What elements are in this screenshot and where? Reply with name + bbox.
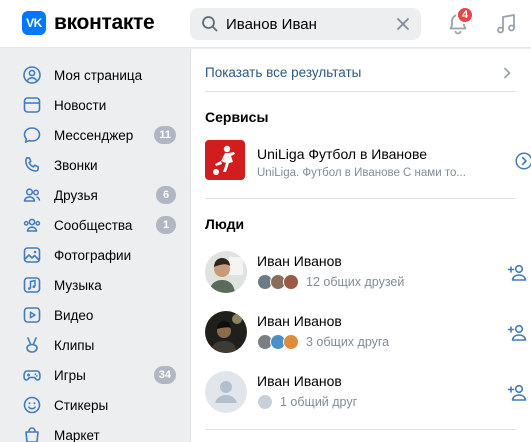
person-result[interactable]: Иван Иванов 12 общих друзей xyxy=(205,251,527,295)
sidebar-item-label: Друзья xyxy=(54,187,98,203)
add-friend-icon[interactable] xyxy=(507,323,529,343)
chevron-right-icon xyxy=(504,67,511,79)
sidebar-item-stickers[interactable]: Стикеры xyxy=(22,390,182,420)
user-circle-icon xyxy=(23,66,41,84)
sidebar-item-label: Звонки xyxy=(54,157,98,173)
sidebar-item-communities[interactable]: Сообщества 1 xyxy=(22,210,182,240)
music-player-icon[interactable] xyxy=(494,12,518,36)
divider xyxy=(205,91,516,92)
sidebar-item-label: Клипы xyxy=(54,337,95,353)
top-bar: VK вконтакте 4 xyxy=(0,0,531,48)
sidebar-item-photos[interactable]: Фотографии xyxy=(22,240,182,270)
add-friend-icon[interactable] xyxy=(507,263,529,283)
sidebar-item-label: Видео xyxy=(54,307,94,323)
avatar xyxy=(205,251,247,293)
mutual-friends-count: 3 общих друга xyxy=(306,335,390,349)
mutual-friends-count: 1 общий друг xyxy=(280,395,358,409)
uniliga-logo xyxy=(205,140,245,180)
sidebar-item-calls[interactable]: Звонки xyxy=(22,150,182,180)
sidebar-item-friends[interactable]: Друзья 6 xyxy=(22,180,182,210)
service-result-uniliga[interactable]: UniLiga Футбол в Иванове UniLiga. Футбол… xyxy=(205,140,531,184)
mutual-friends-row: 12 общих друзей xyxy=(257,273,404,291)
message-icon xyxy=(23,127,41,143)
smile-icon xyxy=(23,396,41,414)
notifications-badge: 4 xyxy=(456,6,474,24)
sidebar-item-music[interactable]: Музыка xyxy=(22,270,182,300)
search-box[interactable] xyxy=(190,8,421,40)
person-name: Иван Иванов xyxy=(257,313,342,329)
mutual-friends-count: 12 общих друзей xyxy=(306,275,405,289)
sidebar-item-market[interactable]: Маркет xyxy=(22,420,182,442)
vk-logo[interactable]: VK вконтакте xyxy=(22,11,155,35)
person-name: Иван Иванов xyxy=(257,253,342,269)
show-all-results-link[interactable]: Показать все результаты xyxy=(190,59,531,87)
sidebar-item-news[interactable]: Новости xyxy=(22,90,182,120)
newsfeed-icon xyxy=(23,97,41,113)
mutual-friends-row: 1 общий друг xyxy=(257,393,357,411)
clear-search-icon[interactable] xyxy=(395,16,411,32)
sidebar-item-my-page[interactable]: Моя страница xyxy=(22,60,182,90)
search-input[interactable] xyxy=(226,15,386,33)
add-friend-icon[interactable] xyxy=(507,383,529,403)
search-icon xyxy=(202,16,218,32)
person-name: Иван Иванов xyxy=(257,373,342,389)
vk-logo-mark: VK xyxy=(22,11,46,35)
music-icon xyxy=(23,277,41,293)
friends-counter-badge: 6 xyxy=(156,186,176,204)
games-counter-badge: 34 xyxy=(153,366,176,384)
sidebar-item-label: Новости xyxy=(54,97,107,113)
clips-icon xyxy=(26,337,38,353)
show-all-results-label: Показать все результаты xyxy=(205,65,362,80)
service-description: UniLiga. Футбол в Иванове С нами то... xyxy=(257,167,466,179)
sidebar-item-label: Музыка xyxy=(54,277,102,293)
sidebar-item-games[interactable]: Игры 34 xyxy=(22,360,182,390)
open-service-arrow-icon[interactable] xyxy=(515,152,531,170)
communities-icon xyxy=(23,218,41,232)
sidebar-item-label: Маркет xyxy=(54,427,100,442)
sidebar-item-messenger[interactable]: Мессенджер 11 xyxy=(22,120,182,150)
sidebar-item-video[interactable]: Видео xyxy=(22,300,182,330)
vk-logo-text: вконтакте xyxy=(54,11,155,34)
default-avatar-icon xyxy=(205,371,247,413)
services-section-title: Сервисы xyxy=(205,109,269,125)
mutual-friend-avatar xyxy=(283,334,299,350)
sidebar-item-label: Игры xyxy=(54,367,86,383)
people-section-title: Люди xyxy=(205,216,245,232)
sidebar-item-label: Стикеры xyxy=(54,397,109,413)
messenger-counter-badge: 11 xyxy=(154,126,176,144)
photo-icon xyxy=(23,247,41,263)
panel-border xyxy=(190,49,191,442)
sidebar-item-label: Моя страница xyxy=(54,67,143,83)
games-icon xyxy=(23,370,41,381)
avatar xyxy=(205,311,247,353)
sidebar-item-clips[interactable]: Клипы xyxy=(22,330,182,360)
avatar xyxy=(205,371,247,413)
sidebar-item-label: Мессенджер xyxy=(54,127,134,143)
mutual-friends-row: 3 общих друга xyxy=(257,333,389,351)
mutual-friend-avatar xyxy=(283,274,299,290)
person-result[interactable]: Иван Иванов 3 общих друга xyxy=(205,311,527,355)
video-icon xyxy=(23,307,41,323)
person-result[interactable]: Иван Иванов 1 общий друг xyxy=(205,371,527,415)
football-player-icon xyxy=(213,145,235,175)
service-title: UniLiga Футбол в Иванове xyxy=(257,146,428,162)
search-results-dropdown: Показать все результаты Сервисы UniLiga … xyxy=(190,49,531,442)
communities-counter-badge: 1 xyxy=(156,216,176,234)
sidebar-item-label: Фотографии xyxy=(54,247,132,263)
mutual-friend-avatar xyxy=(257,394,273,410)
market-icon xyxy=(25,427,39,442)
phone-icon xyxy=(25,157,39,172)
divider xyxy=(205,198,516,199)
left-sidebar: Моя страница Новости Мессенджер 11 Звонк… xyxy=(0,49,190,442)
divider xyxy=(205,429,516,430)
sidebar-item-label: Сообщества xyxy=(54,217,133,233)
friends-icon xyxy=(23,188,41,202)
